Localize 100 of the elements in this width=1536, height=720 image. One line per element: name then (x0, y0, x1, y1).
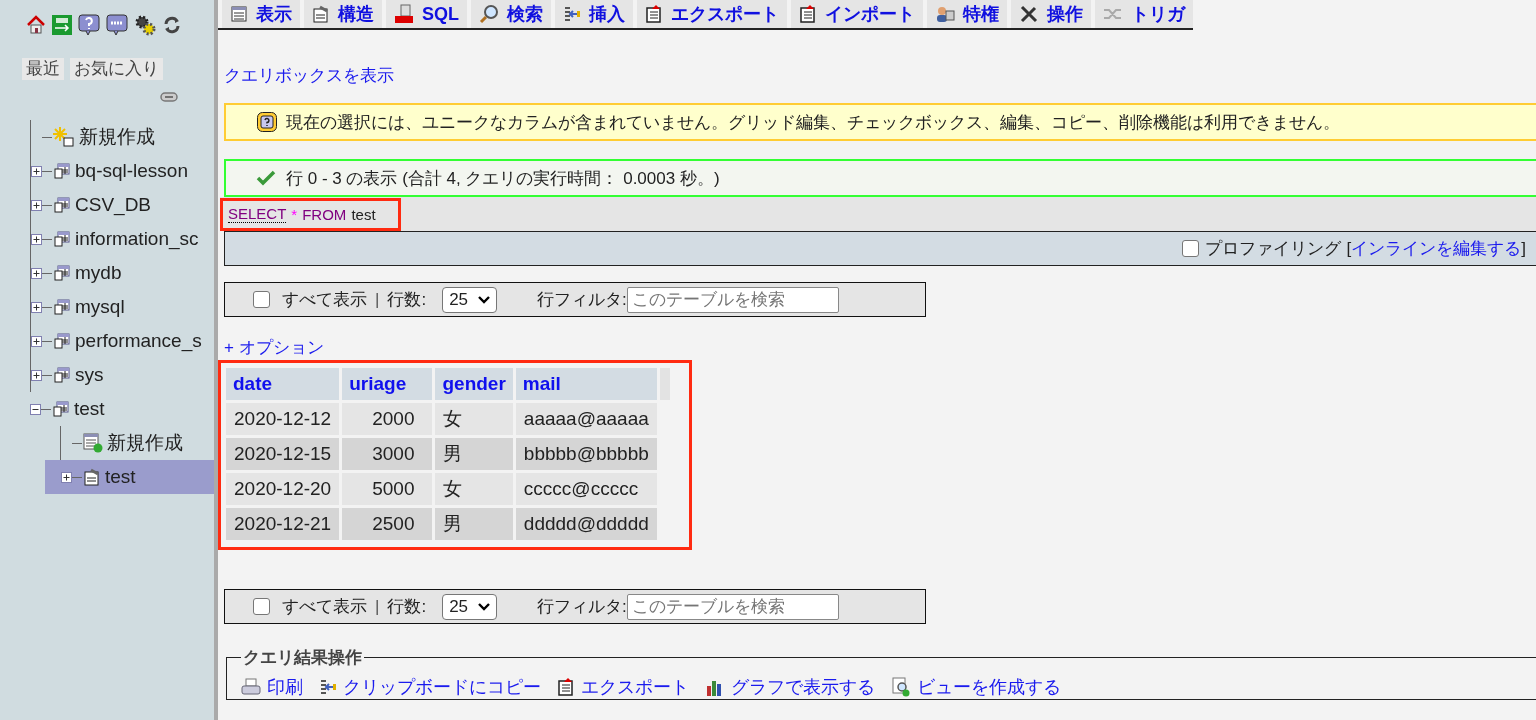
tab[interactable]: トリガ (1095, 0, 1193, 28)
table-cell: 男 (435, 508, 513, 540)
checkbox[interactable] (253, 291, 270, 308)
table-cell: bbbbb@bbbbb (515, 438, 657, 470)
tree-item[interactable]: mysql (31, 290, 214, 324)
operation-link[interactable]: クリップボードにコピー (319, 675, 541, 699)
tab[interactable]: インポート (791, 0, 923, 28)
table-cell: 女 (435, 403, 513, 435)
home-icon[interactable] (26, 15, 46, 35)
profiling-label: プロファイリング (1204, 238, 1341, 260)
database-icon (52, 400, 70, 418)
rows-select[interactable]: 25 (442, 286, 498, 313)
tree-item[interactable]: test (30, 392, 214, 426)
table-cell: 男 (435, 438, 513, 470)
operation-link[interactable]: エクスポート (557, 675, 689, 699)
sidebar-tab[interactable]: 最近 (22, 58, 64, 80)
options-link[interactable]: + オプション (224, 336, 324, 359)
operation-link[interactable]: ビューを作成する (891, 675, 1061, 699)
database-icon (53, 264, 71, 282)
expand-icon[interactable] (31, 233, 42, 245)
show-query-box-link[interactable]: クエリボックスを表示 (224, 64, 394, 87)
document-icon (557, 678, 575, 696)
table-cell: ccccc@ccccc (515, 473, 657, 505)
rows-label: 行数: (387, 596, 427, 618)
tree-item[interactable]: sys (31, 358, 214, 392)
checkmark-icon (256, 170, 276, 186)
tree-item[interactable]: CSV_DB (31, 188, 214, 222)
expand-icon[interactable] (31, 267, 42, 279)
table-cell: 女 (435, 473, 513, 505)
tree-item[interactable]: bq-sql-lesson (31, 154, 214, 188)
bracket-text: [ (1346, 238, 1352, 259)
tree-item-selected[interactable]: test (45, 460, 214, 494)
table-cell: 2020-12-12 (226, 403, 340, 435)
success-text: 行 0 - 3 の表示 (合計 4, クエリの実行時間： 0.0003 秒。) (286, 167, 720, 190)
document-icon (799, 5, 817, 23)
tree-item[interactable]: performance_s (31, 324, 214, 358)
database-icon (53, 230, 71, 248)
table-cell: aaaaa@aaaaa (515, 403, 657, 435)
expand-icon[interactable] (31, 165, 42, 177)
table-add-icon (83, 433, 103, 453)
insert-icon (319, 678, 337, 696)
collapse-icon[interactable] (30, 403, 41, 415)
magnifier-icon (891, 677, 911, 697)
expand-icon[interactable] (31, 335, 42, 347)
sql-token: test (351, 205, 376, 223)
caret-icon (478, 295, 491, 304)
search-field[interactable]: このテーブルを検索 (626, 593, 839, 620)
show-all-label: すべて表示 (282, 289, 367, 311)
tree-item[interactable]: information_sc (31, 222, 214, 256)
tab[interactable]: 特権 (927, 0, 1007, 28)
column-header[interactable]: uriage (342, 368, 433, 400)
tab[interactable]: 構造 (304, 0, 382, 28)
magnifier-icon (479, 4, 499, 24)
tree-item[interactable]: 新規作成 (45, 426, 214, 460)
column-header[interactable]: gender (435, 368, 513, 400)
operation-link[interactable]: 印刷 (241, 675, 303, 699)
table-cell: 2000 (342, 403, 433, 435)
sql-token[interactable]: SELECT (228, 205, 287, 223)
tree-item[interactable]: mydb (31, 256, 214, 290)
document-icon (645, 5, 663, 23)
tab[interactable]: 表示 (222, 0, 300, 28)
help-icon (256, 111, 278, 133)
tab[interactable]: 検索 (471, 0, 551, 28)
expand-icon[interactable] (31, 199, 42, 211)
database-icon (53, 196, 71, 214)
tab[interactable]: エクスポート (637, 0, 787, 28)
refresh-icon[interactable] (162, 15, 182, 35)
exit-icon[interactable] (52, 15, 72, 35)
gears-icon[interactable] (134, 14, 156, 36)
tree-item[interactable]: 新規作成 (31, 120, 214, 154)
database-icon (53, 298, 71, 316)
insert-icon (563, 5, 581, 23)
rows-label: 行数: (387, 289, 427, 311)
notice-text: 現在の選択には、ユニークなカラムが含まれていません。グリッド編集、チェックボックス、編集、コピー、削除機能は利用できません。 (286, 111, 1340, 134)
edit-inline-link[interactable]: インラインを編集する (1351, 237, 1522, 260)
rows-select[interactable]: 25 (442, 593, 498, 620)
expand-icon[interactable] (31, 369, 42, 381)
sparkle-icon (53, 127, 75, 147)
column-header[interactable]: date (226, 368, 340, 400)
table-cell: 2020-12-21 (226, 508, 340, 540)
help-icon[interactable] (78, 14, 100, 36)
table-cell: 2020-12-20 (226, 473, 340, 505)
table-cell: 3000 (342, 438, 433, 470)
expand-icon[interactable] (61, 471, 72, 483)
sidebar-tab[interactable]: お気に入り (70, 58, 163, 80)
database-icon (53, 162, 71, 180)
bracket-text: ] (1521, 238, 1526, 259)
checkbox[interactable] (1181, 240, 1199, 257)
table-cell: 2020-12-15 (226, 438, 340, 470)
column-header[interactable]: mail (515, 368, 657, 400)
table-icon (230, 5, 248, 23)
expand-icon[interactable] (31, 301, 42, 313)
operation-link[interactable]: グラフで表示する (705, 675, 875, 699)
search-field[interactable]: このテーブルを検索 (626, 286, 839, 313)
tab[interactable]: 操作 (1011, 0, 1091, 28)
separator: | (375, 289, 380, 310)
tab[interactable]: SQL (386, 0, 467, 28)
tab[interactable]: 挿入 (555, 0, 633, 28)
users-icon (935, 5, 955, 23)
checkbox[interactable] (253, 598, 270, 615)
